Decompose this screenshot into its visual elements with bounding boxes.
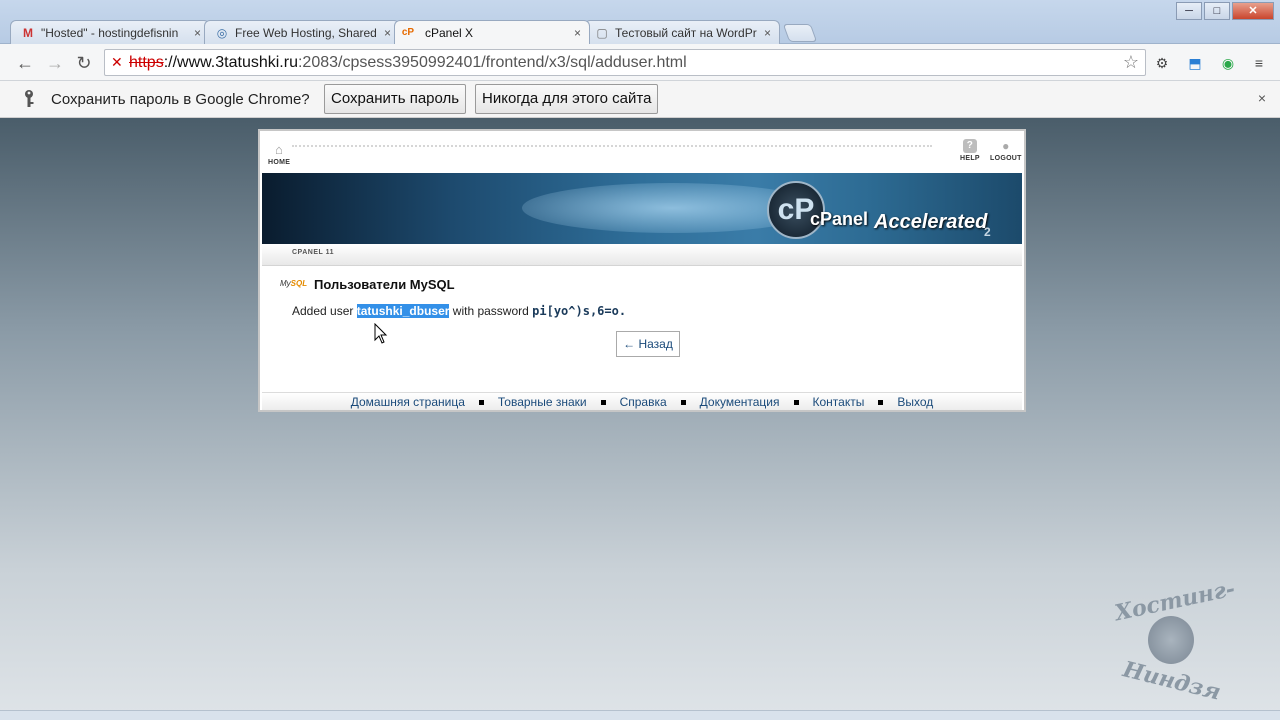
footer-link-help[interactable]: Справка (620, 395, 667, 409)
cpanel-frame: ⌂ HOME ? HELP ● LOGOUT cP cPanel Acceler… (258, 129, 1026, 412)
url-host: ://www.3tatushki.ru (163, 54, 298, 71)
footer-separator (680, 400, 686, 406)
result-prefix: Added user (292, 304, 354, 318)
divider (292, 145, 932, 147)
footer-link-contacts[interactable]: Контакты (813, 395, 865, 409)
tab-cpanel[interactable]: cP cPanel X × (394, 20, 590, 44)
page-title: Пользователи MySQL (314, 277, 455, 292)
infobar-message: Сохранить пароль в Google Chrome? (51, 91, 310, 108)
browser-toolbar: ← → ↻ ✕ https://www.3tatushki.ru:2083/cp… (0, 44, 1280, 81)
result-message: Added user tatushki_dbuser with password… (292, 304, 626, 318)
tab-title: "Hosted" - hostingdefisnin (41, 26, 179, 40)
home-label: HOME (268, 159, 291, 166)
save-password-infobar: Сохранить пароль в Google Chrome? Сохран… (0, 81, 1280, 118)
user-icon: ● (1002, 139, 1010, 153)
window-close-button[interactable]: ✕ (1232, 2, 1274, 20)
cpanel-banner: cP cPanel Accelerated 2 (262, 173, 1022, 244)
result-middle: with password (452, 304, 529, 318)
footer-separator (878, 400, 884, 406)
tab-strip: M "Hosted" - hostingdefisnin × ◎ Free We… (10, 20, 818, 44)
tab-title: Free Web Hosting, Shared (235, 26, 377, 40)
mysql-logo-suffix: SQL (290, 279, 308, 288)
tab-title: cPanel X (425, 26, 474, 40)
minimize-button[interactable]: ─ (1176, 2, 1202, 20)
tab-close-icon[interactable]: × (574, 21, 581, 44)
url-path: :2083/cpsess3950992401/frontend/x3/sql/a… (297, 54, 687, 71)
created-username[interactable]: tatushki_dbuser (356, 304, 450, 318)
insecure-lock-icon: ✕ (111, 54, 123, 70)
tab-close-icon[interactable]: × (194, 21, 201, 44)
address-bar[interactable]: ✕ https://www.3tatushki.ru:2083/cpsess39… (104, 49, 1146, 76)
new-tab-button[interactable] (782, 24, 818, 42)
cpanel-logo-text: cPanel (810, 209, 869, 229)
footer-separator (478, 400, 484, 406)
watermark-logo: Хостинг- Ниндзя (1108, 576, 1238, 708)
never-save-button[interactable]: Никогда для этого сайта (475, 84, 659, 114)
tab-gmail[interactable]: M "Hosted" - hostingdefisnin × (10, 20, 210, 44)
tab-close-icon[interactable]: × (384, 21, 391, 44)
window-controls: ─ □ ✕ (1176, 2, 1274, 20)
cpanel-topbar: ⌂ HOME ? HELP ● LOGOUT (262, 133, 1022, 173)
extension-icon[interactable]: ⬒ (1186, 54, 1204, 72)
menu-icon[interactable]: ≡ (1250, 54, 1268, 72)
cpanel-footer: Домашняя страница Товарные знаки Справка До… (262, 392, 1022, 410)
tab-free-hosting[interactable]: ◎ Free Web Hosting, Shared × (204, 20, 400, 44)
help-icon: ? (962, 139, 977, 153)
version-strip: CPANEL 11 (262, 244, 1022, 266)
extension-icon[interactable]: ◉ (1219, 54, 1237, 72)
infobar-close-icon[interactable]: × (1258, 90, 1266, 106)
save-password-button[interactable]: Сохранить пароль (324, 84, 467, 114)
created-password: pi[yo^)s,6=o. (532, 304, 627, 318)
reload-button[interactable]: ↻ (73, 52, 95, 74)
ninja-icon (1148, 616, 1194, 664)
help-label: HELP (960, 155, 980, 162)
home-link[interactable]: ⌂ HOME (268, 142, 291, 167)
page-viewport: ⌂ HOME ? HELP ● LOGOUT cP cPanel Acceler… (0, 118, 1280, 720)
footer-link-logout[interactable]: Выход (897, 395, 933, 409)
key-icon (22, 89, 36, 109)
maximize-button[interactable]: □ (1204, 2, 1230, 20)
footer-link-home[interactable]: Домашняя страница (351, 395, 465, 409)
taskbar-strip (0, 710, 1280, 720)
extension-icon[interactable]: ⚙ (1153, 54, 1171, 72)
page-icon: ▢ (596, 26, 608, 40)
footer-link-docs[interactable]: Документация (700, 395, 780, 409)
browser-titlebar: M "Hosted" - hostingdefisnin × ◎ Free We… (0, 0, 1280, 44)
mysql-logo-icon: MySQL (280, 279, 310, 297)
accelerated-version: 2 (984, 225, 991, 239)
back-link-button[interactable]: ← Назад (616, 331, 680, 357)
accelerated-text: Accelerated (874, 211, 988, 233)
bookmark-star-icon[interactable]: ☆ (1123, 50, 1139, 75)
mysql-logo-prefix: My (280, 279, 291, 288)
url-scheme: https (129, 54, 164, 71)
back-button[interactable]: ← (14, 52, 36, 74)
tab-close-icon[interactable]: × (764, 21, 771, 44)
tab-title: Тестовый сайт на WordPr (615, 26, 757, 40)
forward-button[interactable]: → (44, 52, 66, 74)
footer-link-trademarks[interactable]: Товарные знаки (498, 395, 587, 409)
tab-wordpress[interactable]: ▢ Тестовый сайт на WordPr × (584, 20, 780, 44)
cpanel-icon: cP (401, 27, 415, 38)
footer-separator (600, 400, 606, 406)
logout-link[interactable]: ● LOGOUT (990, 139, 1022, 162)
globe-icon: ◎ (216, 26, 228, 40)
home-icon: ⌂ (275, 142, 284, 157)
logout-label: LOGOUT (990, 155, 1022, 162)
footer-separator (793, 400, 799, 406)
gmail-icon: M (23, 26, 33, 40)
version-label: CPANEL 11 (292, 249, 334, 256)
help-link[interactable]: ? HELP (960, 139, 980, 162)
